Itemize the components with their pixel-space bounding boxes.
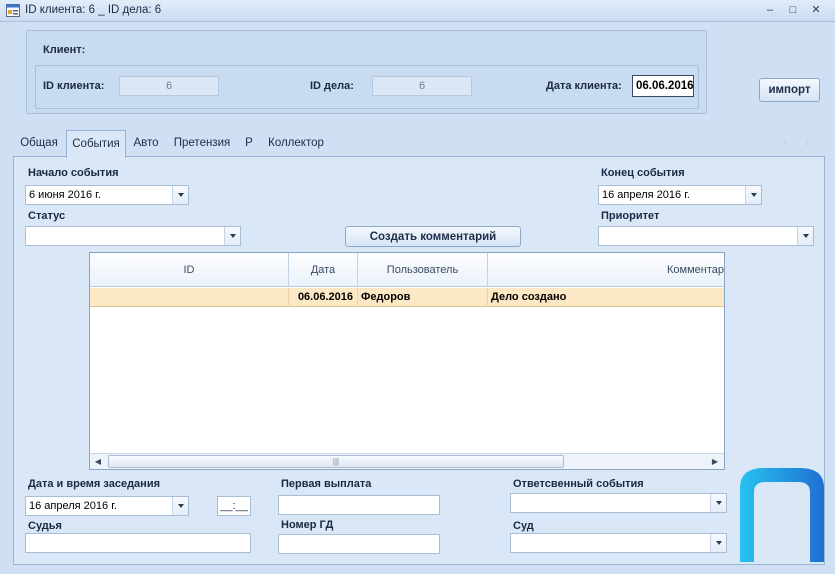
window-body: Клиент: ID клиента: 6 ID дела: 6 Дата кл… — [0, 22, 835, 574]
form-icon — [6, 4, 20, 17]
session-date-picker[interactable]: 16 апреля 2016 г. — [25, 496, 189, 516]
import-button[interactable]: импорт — [759, 78, 820, 102]
client-group-title: Клиент: — [43, 44, 86, 56]
events-grid[interactable]: ID Дата Пользователь Комментар 06.06.201… — [89, 252, 725, 470]
client-fields-panel: ID клиента: 6 ID дела: 6 Дата клиента: 0… — [35, 65, 699, 109]
grid-header: ID Дата Пользователь Комментар — [90, 253, 724, 287]
responsible-label: Ответсвенный события — [513, 478, 644, 490]
court-select[interactable] — [510, 533, 727, 553]
gd-number-field[interactable] — [278, 534, 440, 554]
client-group: Клиент: ID клиента: 6 ID дела: 6 Дата кл… — [26, 30, 707, 114]
client-date-label: Дата клиента: — [546, 80, 622, 92]
tab-claim[interactable]: Претензия — [170, 130, 234, 156]
chevron-down-icon[interactable] — [710, 494, 726, 512]
tab-events[interactable]: События — [66, 130, 126, 158]
first-payment-field[interactable] — [278, 495, 440, 515]
priority-label: Приоритет — [601, 210, 660, 222]
session-time-field[interactable]: __:__ — [217, 496, 251, 516]
cell-comment: Дело создано — [491, 291, 567, 303]
cell-user: Федоров — [358, 288, 488, 307]
horizontal-scrollbar[interactable]: ◀ ||| ▶ — [90, 453, 724, 469]
scroll-right-icon[interactable]: ▶ — [710, 457, 720, 467]
chevron-down-icon[interactable] — [797, 227, 813, 245]
event-start-picker[interactable]: 6 июня 2016 г. — [25, 185, 189, 205]
chevron-down-icon[interactable] — [710, 534, 726, 552]
column-header-user[interactable]: Пользователь — [358, 253, 488, 287]
event-start-label: Начало события — [28, 167, 119, 179]
tab-general[interactable]: Общая — [14, 130, 64, 156]
priority-select[interactable] — [598, 226, 814, 246]
window-title: ID клиента: 6 _ ID дела: 6 — [25, 4, 162, 16]
event-end-label: Конец события — [601, 167, 685, 179]
client-id-field: 6 — [119, 76, 219, 96]
chevron-down-icon[interactable] — [172, 497, 188, 515]
status-label: Статус — [28, 210, 66, 222]
events-tab-panel: Начало события 6 июня 2016 г. Конец собы… — [13, 156, 825, 565]
cell-id — [90, 288, 289, 307]
status-select[interactable] — [25, 226, 241, 246]
close-button[interactable]: ✕ — [806, 2, 826, 18]
brand-logo — [740, 468, 824, 562]
scroll-left-icon[interactable]: ◀ — [93, 457, 103, 467]
table-row[interactable]: 06.06.2016 Федоров Дело создано — [90, 288, 724, 307]
responsible-select[interactable] — [510, 493, 727, 513]
session-datetime-label: Дата и время заседания — [28, 478, 160, 490]
first-payment-label: Первая выплата — [281, 478, 372, 490]
column-header-id[interactable]: ID — [90, 253, 289, 287]
minimize-button[interactable]: – — [760, 2, 780, 18]
client-date-field[interactable]: 06.06.2016 — [632, 75, 694, 97]
tab-r[interactable]: Р — [240, 130, 258, 156]
client-id-label: ID клиента: — [43, 80, 105, 92]
judge-field[interactable] — [25, 533, 251, 553]
event-end-value: 16 апреля 2016 г. — [602, 189, 690, 201]
title-bar: ID клиента: 6 _ ID дела: 6 – □ ✕ — [0, 0, 835, 22]
cell-date: 06.06.2016 — [289, 288, 358, 307]
event-end-picker[interactable]: 16 апреля 2016 г. — [598, 185, 762, 205]
case-id-field: 6 — [372, 76, 472, 96]
chevron-down-icon[interactable] — [224, 227, 240, 245]
tab-collector[interactable]: Коллектор — [265, 130, 327, 156]
session-date-value: 16 апреля 2016 г. — [29, 500, 117, 512]
case-id-label: ID дела: — [310, 80, 354, 92]
chevron-down-icon[interactable] — [745, 186, 761, 204]
tab-auto[interactable]: Авто — [128, 130, 164, 156]
gd-number-label: Номер ГД — [281, 519, 334, 531]
event-start-value: 6 июня 2016 г. — [29, 189, 101, 201]
column-header-comment[interactable]: Комментар — [488, 253, 724, 287]
tab-scroll-arrows[interactable]: ‹ › — [784, 138, 817, 149]
scroll-thumb[interactable]: ||| — [108, 455, 564, 468]
create-comment-button[interactable]: Создать комментарий — [345, 226, 521, 247]
court-label: Суд — [513, 520, 534, 532]
column-header-date[interactable]: Дата — [289, 253, 358, 287]
judge-label: Судья — [28, 520, 62, 532]
maximize-button[interactable]: □ — [783, 2, 803, 18]
chevron-down-icon[interactable] — [172, 186, 188, 204]
